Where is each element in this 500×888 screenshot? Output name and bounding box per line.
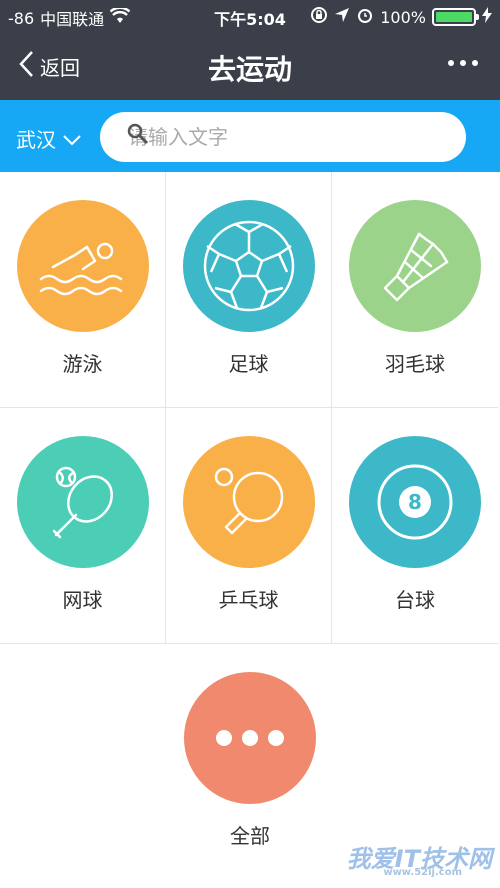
sport-label: 游泳 <box>62 352 103 376</box>
sport-label: 乒乓球 <box>218 588 279 612</box>
sport-label: 网球 <box>62 588 103 612</box>
more-menu-button[interactable] <box>448 60 478 66</box>
page-title: 去运动 <box>207 53 292 86</box>
sport-item-table-tennis[interactable]: 乒乓球 <box>166 408 332 644</box>
dot-icon <box>472 60 478 66</box>
search-box <box>100 112 466 162</box>
dot-icon <box>448 60 454 66</box>
ping-pong-icon <box>183 436 315 568</box>
sport-item-tennis[interactable]: 网球 <box>0 408 166 644</box>
sport-item-billiards[interactable]: 8 台球 <box>332 408 498 644</box>
billiard-ball-icon: 8 <box>349 436 481 568</box>
shuttlecock-icon <box>349 200 481 332</box>
search-bar: 武汉 <box>0 100 500 172</box>
swimming-icon <box>17 200 149 332</box>
nav-bar: 返回 去运动 <box>0 32 500 100</box>
soccer-ball-icon <box>183 200 315 332</box>
rotation-lock-icon <box>310 6 328 28</box>
more-icon <box>184 672 316 804</box>
sport-label: 羽毛球 <box>385 352 445 376</box>
sport-label: 足球 <box>228 352 269 376</box>
battery-percent: 100% <box>380 7 426 27</box>
location-icon <box>334 7 350 27</box>
city-name: 武汉 <box>16 128 56 152</box>
search-input[interactable] <box>128 125 428 149</box>
charging-icon <box>482 7 492 27</box>
battery-icon <box>432 8 479 26</box>
sport-item-soccer[interactable]: 足球 <box>166 172 332 408</box>
tennis-icon <box>17 436 149 568</box>
city-selector[interactable]: 武汉 <box>16 124 82 153</box>
sport-label: 台球 <box>395 588 435 612</box>
watermark-subtext: www.52ij.com <box>383 867 462 878</box>
status-right: 100% <box>310 6 492 28</box>
sport-item-swimming[interactable]: 游泳 <box>0 172 166 408</box>
chevron-down-icon <box>62 127 82 151</box>
search-icon <box>126 122 150 150</box>
dot-icon <box>460 60 466 66</box>
svg-text:8: 8 <box>408 490 422 514</box>
watermark: 我爱IT技术网 www.52ij.com <box>347 839 492 878</box>
alarm-icon <box>356 6 374 28</box>
sport-item-badminton[interactable]: 羽毛球 <box>332 172 498 408</box>
status-bar: -86 中国联通 下午5:04 100% <box>0 0 500 32</box>
